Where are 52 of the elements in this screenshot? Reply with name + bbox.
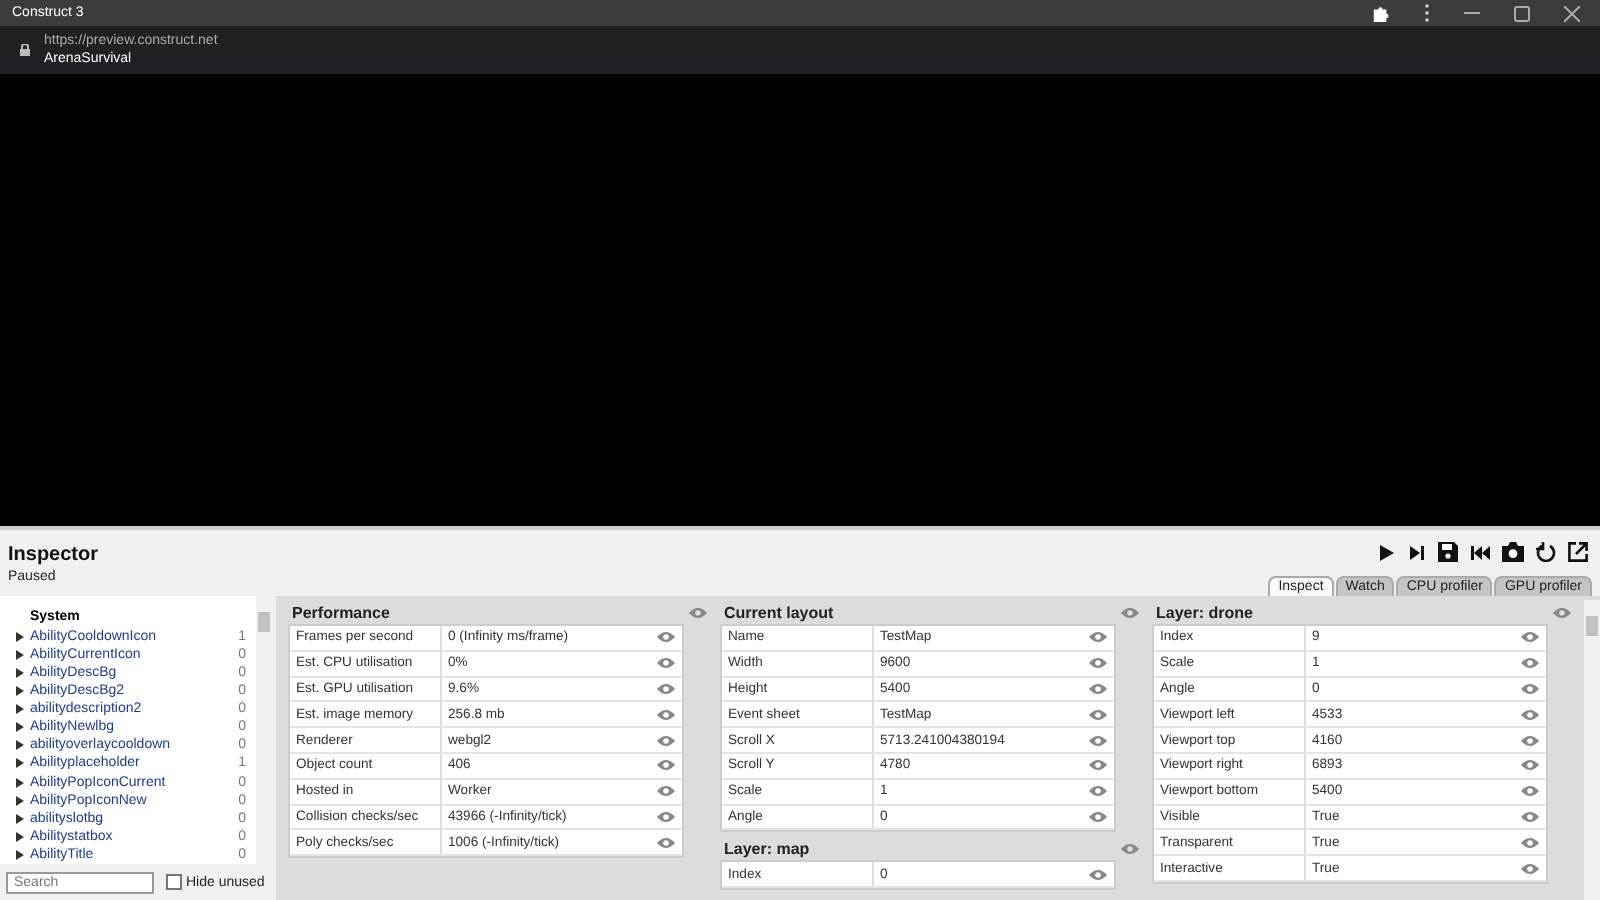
eye-icon[interactable] bbox=[1520, 733, 1540, 748]
eye-icon[interactable] bbox=[1120, 605, 1140, 619]
lock-icon bbox=[20, 44, 30, 56]
close-icon[interactable] bbox=[1564, 5, 1580, 21]
eye-icon[interactable] bbox=[688, 605, 708, 619]
eye-icon[interactable] bbox=[1088, 630, 1108, 645]
minimize-icon[interactable] bbox=[1464, 11, 1480, 15]
eye-icon[interactable] bbox=[1520, 861, 1540, 876]
popout-icon[interactable] bbox=[1568, 542, 1588, 562]
eye-icon[interactable] bbox=[1520, 630, 1540, 645]
eye-icon[interactable] bbox=[1088, 733, 1108, 748]
rewind-icon[interactable] bbox=[1470, 543, 1490, 561]
section-heading: Layer: map bbox=[724, 839, 810, 858]
eye-icon[interactable] bbox=[1088, 784, 1108, 799]
camera-icon[interactable] bbox=[1502, 542, 1524, 562]
eye-icon[interactable] bbox=[656, 784, 676, 799]
eye-icon[interactable] bbox=[1088, 758, 1108, 773]
eye-icon[interactable] bbox=[656, 758, 676, 773]
play-icon[interactable] bbox=[1378, 543, 1396, 561]
eye-icon[interactable] bbox=[656, 733, 676, 748]
inspector-title: Inspector bbox=[8, 544, 99, 566]
section-heading: Performance bbox=[292, 603, 390, 621]
eye-icon[interactable] bbox=[1088, 867, 1108, 882]
eye-icon[interactable] bbox=[1088, 809, 1108, 824]
restart-icon[interactable] bbox=[1536, 542, 1556, 562]
eye-icon[interactable] bbox=[1520, 656, 1540, 671]
eye-icon[interactable] bbox=[656, 809, 676, 824]
eye-icon[interactable] bbox=[1520, 681, 1540, 696]
eye-icon[interactable] bbox=[1088, 656, 1108, 671]
eye-icon[interactable] bbox=[1520, 784, 1540, 799]
eye-icon[interactable] bbox=[1552, 605, 1572, 619]
eye-icon[interactable] bbox=[1520, 835, 1540, 850]
eye-icon[interactable] bbox=[1520, 809, 1540, 824]
eye-icon[interactable] bbox=[656, 707, 676, 722]
eye-icon[interactable] bbox=[656, 656, 676, 671]
eye-icon[interactable] bbox=[656, 835, 676, 850]
eye-icon[interactable] bbox=[1120, 841, 1140, 856]
eye-icon[interactable] bbox=[1520, 707, 1540, 722]
checkbox[interactable] bbox=[166, 874, 182, 890]
eye-icon[interactable] bbox=[1088, 681, 1108, 696]
eye-icon[interactable] bbox=[1520, 758, 1540, 773]
eye-icon[interactable] bbox=[656, 681, 676, 696]
save-icon[interactable] bbox=[1438, 542, 1458, 562]
scrollbar[interactable] bbox=[1584, 600, 1600, 900]
step-icon[interactable] bbox=[1408, 543, 1426, 561]
puzzle-icon[interactable] bbox=[1372, 4, 1390, 22]
maximize-icon[interactable] bbox=[1514, 5, 1530, 21]
eye-icon[interactable] bbox=[1088, 707, 1108, 722]
section-heading: Current layout bbox=[724, 603, 834, 621]
section-heading: Layer: drone bbox=[1156, 603, 1253, 621]
menu-icon[interactable] bbox=[1424, 4, 1430, 22]
eye-icon[interactable] bbox=[656, 630, 676, 645]
